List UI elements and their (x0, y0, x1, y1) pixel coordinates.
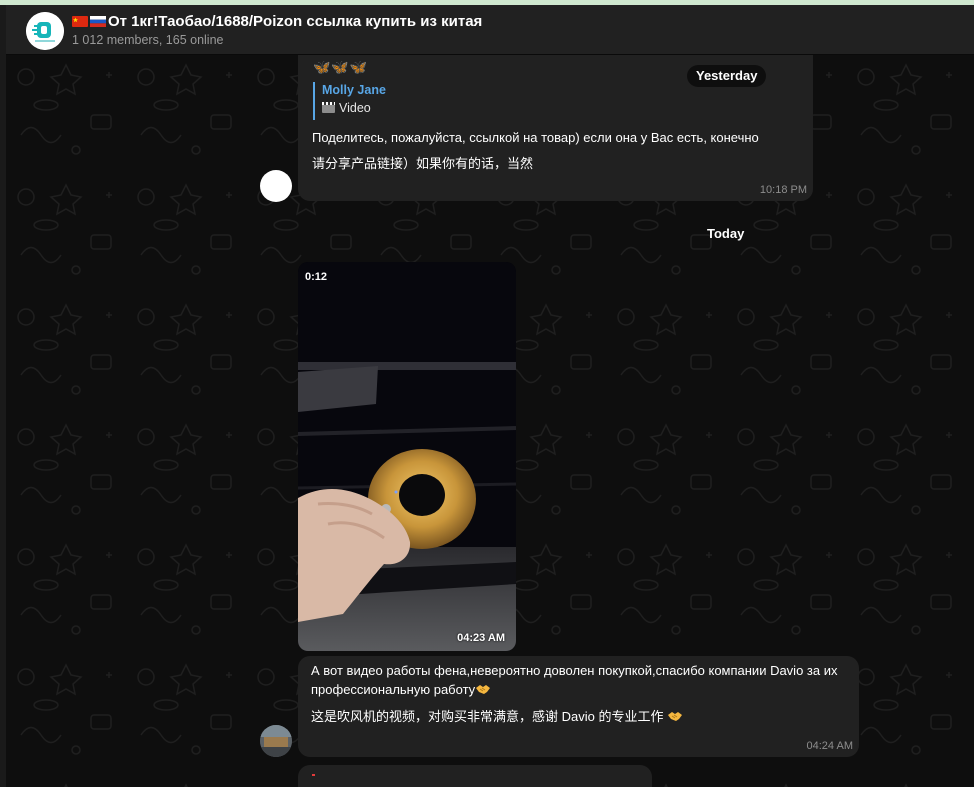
reply-quote[interactable]: Molly Jane Video (313, 82, 386, 120)
group-avatar[interactable] (26, 12, 64, 50)
clapper-board-icon (322, 102, 335, 113)
message-time: 04:24 AM (806, 740, 853, 752)
date-separator-yesterday[interactable]: Yesterday (687, 65, 767, 87)
video-thumbnail (298, 262, 516, 651)
reply-author[interactable]: Molly Jane (322, 82, 386, 99)
russia-flag-icon (90, 16, 106, 27)
reply-preview: Video (322, 99, 386, 117)
message-time: 10:18 PM (759, 184, 807, 196)
reply-preview-text: Video (339, 101, 371, 115)
user-avatar-photo (260, 725, 292, 757)
message-time: 04:23 AM (457, 632, 505, 644)
chat-member-count: 1 012 members, 165 online (72, 33, 224, 47)
message-bubble[interactable]: А вот видео работы фена,невероятно довол… (298, 656, 859, 757)
date-separator-today[interactable]: Today (698, 223, 753, 245)
chat-title[interactable]: От 1кг!Таобао/1688/Poizon ссылка купить … (72, 13, 482, 30)
message-mark (312, 774, 315, 776)
handshake-icon (476, 685, 491, 694)
message-list[interactable]: 🦋🦋🦋 Molly Jane Video Поделитесь, пожалуй… (6, 55, 974, 787)
video-duration: 0:12 (305, 271, 328, 283)
message-text-cn: 这是吹风机的视频，对购买非常满意，感谢 Davio 的专业工作 (311, 709, 664, 724)
avatar[interactable] (260, 170, 292, 202)
message-text-cn: 请分享产品链接）如果你有的话，当然 (312, 156, 534, 171)
message-text-ru: Поделитесь, пожалуйста, ссылкой на товар… (312, 130, 759, 145)
group-logo-icon (26, 12, 64, 50)
handshake-icon (668, 712, 683, 721)
message-text: А вот видео работы фена,невероятно довол… (311, 661, 851, 726)
avatar[interactable] (260, 725, 292, 757)
video-message[interactable]: 0:12 04:23 AM (298, 262, 516, 651)
chat-title-text: От 1кг!Таобао/1688/Poizon ссылка купить … (108, 13, 483, 30)
message-bubble[interactable] (298, 765, 652, 787)
chat-header[interactable]: От 1кг!Таобао/1688/Poizon ссылка купить … (0, 5, 974, 55)
message-text: Поделитесь, пожалуйста, ссылкой на товар… (312, 125, 807, 177)
message-text-ru: А вот видео работы фена,невероятно довол… (311, 663, 838, 697)
china-flag-icon (72, 16, 88, 27)
butterfly-emoji-text: 🦋🦋🦋 (313, 59, 369, 75)
